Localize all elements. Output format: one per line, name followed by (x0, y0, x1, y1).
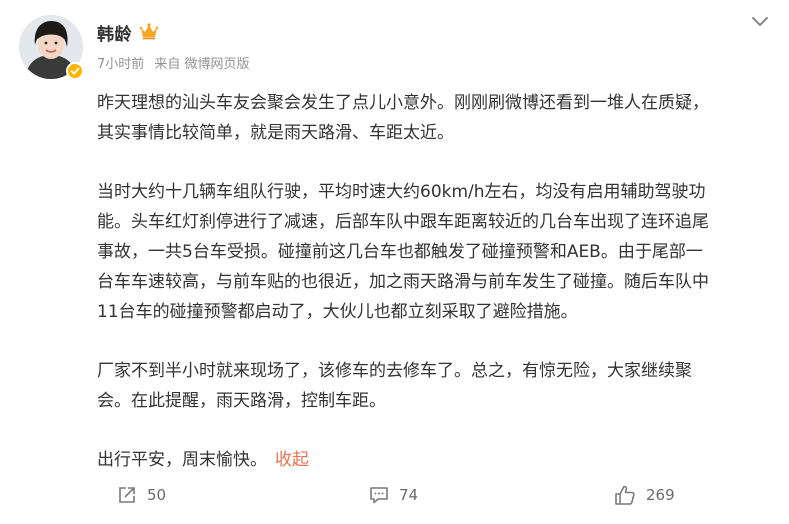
post-meta: 7小时前 来自 微博网页版 (97, 53, 256, 72)
post-time[interactable]: 7小时前 (97, 57, 144, 72)
post-paragraph: 当时大约十几辆车组队行驶，平均时速大约60km/h左右，均没有启用辅助驾驶功 能… (97, 182, 709, 322)
comment-icon (370, 487, 388, 504)
post-paragraph: 昨天理想的汕头车友会聚会发生了点儿小意外。刚刚刷微博还看到一堆人在质疑， 其实事… (97, 93, 709, 143)
comment-button[interactable]: 74 (369, 484, 418, 506)
post-source: 来自 微博网页版 (154, 57, 250, 72)
more-options-button[interactable] (748, 12, 772, 32)
post-paragraph: 厂家不到半小时就来现场了，该修车的去修车了。总之，有惊无险，大家继续聚 会。在此… (97, 361, 692, 411)
repost-button[interactable]: 50 (117, 484, 166, 506)
like-button[interactable]: 269 (614, 484, 675, 506)
collapse-link[interactable]: 收起 (275, 450, 309, 470)
weibo-post-card: 韩龄 7小时前 来自 微博网页版 昨天理想的汕头车友会聚会发生了点儿小意外。刚刚… (0, 0, 789, 524)
chevron-down-icon (752, 17, 768, 26)
author-name[interactable]: 韩龄 (97, 20, 132, 45)
post-paragraph-text: 出行平安，周末愉快。 (97, 450, 267, 470)
post-content: 昨天理想的汕头车友会聚会发生了点儿小意外。刚刚刷微博还看到一堆人在质疑， 其实事… (97, 88, 777, 475)
comment-count: 74 (399, 486, 419, 504)
like-count: 269 (646, 486, 675, 504)
action-bar: 50 74 269 (0, 474, 789, 518)
thumbs-up-icon (615, 485, 635, 505)
post-paragraph-last: 出行平安，周末愉快。 收起 (97, 445, 777, 475)
verified-badge-icon (66, 62, 84, 80)
repost-count: 50 (147, 486, 167, 504)
repost-icon (119, 487, 135, 503)
crown-icon (139, 23, 159, 40)
